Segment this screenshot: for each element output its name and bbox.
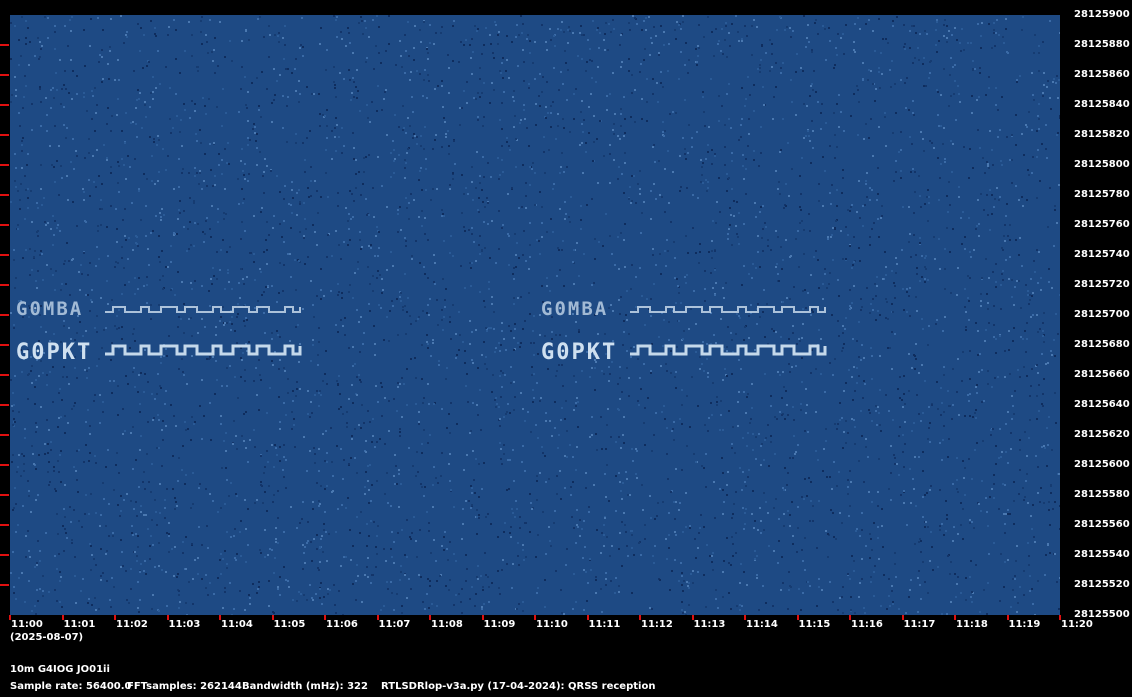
freq-tick-label: 28125520 xyxy=(1074,579,1130,590)
time-tick-mark xyxy=(1059,615,1061,620)
time-tick-mark xyxy=(639,615,641,620)
signal-traces xyxy=(105,306,827,356)
freq-tick-mark xyxy=(0,164,9,166)
signal-trace xyxy=(630,306,826,313)
software-label: RTLSDRlop-v3a.py (17-04-2024): QRSS rece… xyxy=(381,681,656,692)
sample-rate-label: Sample rate: 56400.0 xyxy=(10,681,132,692)
time-tick-mark xyxy=(114,615,116,620)
freq-tick-mark xyxy=(0,344,9,346)
time-tick-mark xyxy=(691,615,694,620)
freq-tick-mark xyxy=(0,224,9,226)
freq-tick-mark xyxy=(0,494,9,496)
freq-tick-label: 28125600 xyxy=(1074,459,1130,470)
freq-tick-mark xyxy=(0,404,9,406)
time-tick-label: 11:08 xyxy=(431,619,463,630)
freq-tick-label: 28125900 xyxy=(1074,9,1130,20)
time-tick-label: 11:11 xyxy=(588,619,621,630)
bandwidth-label: Bandwidth (mHz): 322 xyxy=(242,681,368,692)
freq-tick-mark xyxy=(0,584,9,586)
time-tick-label: 11:14 xyxy=(746,619,778,630)
time-tick-label: 11:12 xyxy=(641,619,673,630)
freq-tick-label: 28125620 xyxy=(1074,429,1130,440)
signal-trace xyxy=(105,306,301,313)
time-tick-mark xyxy=(901,615,904,620)
freq-tick-mark xyxy=(0,524,9,526)
time-tick-label: 11:18 xyxy=(956,619,988,630)
freq-tick-label: 28125780 xyxy=(1074,189,1130,200)
time-tick-label: 11:20 xyxy=(1061,619,1093,630)
waterfall-plot: G0MBA G0PKT G0MBA G0PKT xyxy=(10,15,1060,615)
date-label: (2025-08-07) xyxy=(10,632,84,643)
freq-tick-mark xyxy=(0,434,9,436)
time-tick-mark xyxy=(744,615,746,620)
time-tick-label: 11:09 xyxy=(483,619,516,630)
freq-tick-mark xyxy=(0,104,9,106)
time-tick-label: 11:17 xyxy=(903,619,936,630)
time-tick-mark xyxy=(796,615,799,620)
station-label: 10m G4IOG JO01ii xyxy=(10,664,110,675)
freq-tick-mark xyxy=(0,314,9,316)
time-tick-label: 11:15 xyxy=(798,619,831,630)
time-tick-label: 11:03 xyxy=(168,619,201,630)
freq-tick-label: 28125660 xyxy=(1074,369,1130,380)
time-tick-label: 11:04 xyxy=(221,619,253,630)
freq-tick-mark xyxy=(0,284,9,286)
time-tick-mark xyxy=(61,615,64,620)
time-tick-mark xyxy=(166,615,169,620)
signal-label: G0PKT xyxy=(541,340,618,365)
time-tick-mark xyxy=(1006,615,1009,620)
time-tick-mark xyxy=(586,615,589,620)
freq-tick-mark xyxy=(0,464,9,466)
time-tick-label: 11:07 xyxy=(378,619,411,630)
time-tick-mark xyxy=(324,615,326,620)
freq-tick-label: 28125760 xyxy=(1074,219,1130,230)
freq-tick-mark xyxy=(0,374,9,376)
freq-tick-mark xyxy=(0,194,9,196)
time-tick-label: 11:16 xyxy=(851,619,883,630)
time-tick-label: 11:13 xyxy=(693,619,726,630)
freq-tick-label: 28125500 xyxy=(1074,609,1130,620)
time-tick-mark xyxy=(219,615,221,620)
freq-tick-label: 28125820 xyxy=(1074,129,1130,140)
freq-tick-label: 28125680 xyxy=(1074,339,1130,350)
signal-label: G0PKT xyxy=(16,340,93,365)
freq-tick-label: 28125640 xyxy=(1074,399,1130,410)
freq-tick-label: 28125560 xyxy=(1074,519,1130,530)
freq-tick-mark xyxy=(0,74,9,76)
freq-tick-label: 28125800 xyxy=(1074,159,1130,170)
freq-tick-mark xyxy=(0,254,9,256)
time-tick-label: 11:19 xyxy=(1008,619,1041,630)
time-tick-mark xyxy=(9,615,11,620)
freq-tick-label: 28125840 xyxy=(1074,99,1130,110)
time-tick-label: 11:00 xyxy=(11,619,43,630)
freq-tick-label: 28125720 xyxy=(1074,279,1130,290)
signal-trace xyxy=(105,344,302,356)
time-tick-mark xyxy=(849,615,851,620)
time-tick-mark xyxy=(534,615,536,620)
time-tick-mark xyxy=(481,615,484,620)
time-tick-mark xyxy=(954,615,956,620)
time-tick-mark xyxy=(429,615,431,620)
signal-trace xyxy=(630,344,827,356)
signal-label: G0MBA xyxy=(541,298,609,320)
freq-tick-label: 28125540 xyxy=(1074,549,1130,560)
freq-tick-label: 28125580 xyxy=(1074,489,1130,500)
time-tick-label: 11:05 xyxy=(273,619,306,630)
time-tick-mark xyxy=(271,615,274,620)
freq-tick-mark xyxy=(0,554,9,556)
freq-tick-label: 28125700 xyxy=(1074,309,1130,320)
freq-tick-label: 28125860 xyxy=(1074,69,1130,80)
time-tick-label: 11:01 xyxy=(63,619,96,630)
time-tick-mark xyxy=(376,615,379,620)
signal-label: G0MBA xyxy=(16,298,84,320)
freq-tick-label: 28125880 xyxy=(1074,39,1130,50)
fft-label: FFTsamples: 262144 xyxy=(127,681,242,692)
freq-tick-label: 28125740 xyxy=(1074,249,1130,260)
time-tick-label: 11:10 xyxy=(536,619,568,630)
freq-tick-mark xyxy=(0,44,9,46)
time-tick-label: 11:02 xyxy=(116,619,148,630)
freq-tick-mark xyxy=(0,134,9,136)
time-tick-label: 11:06 xyxy=(326,619,358,630)
